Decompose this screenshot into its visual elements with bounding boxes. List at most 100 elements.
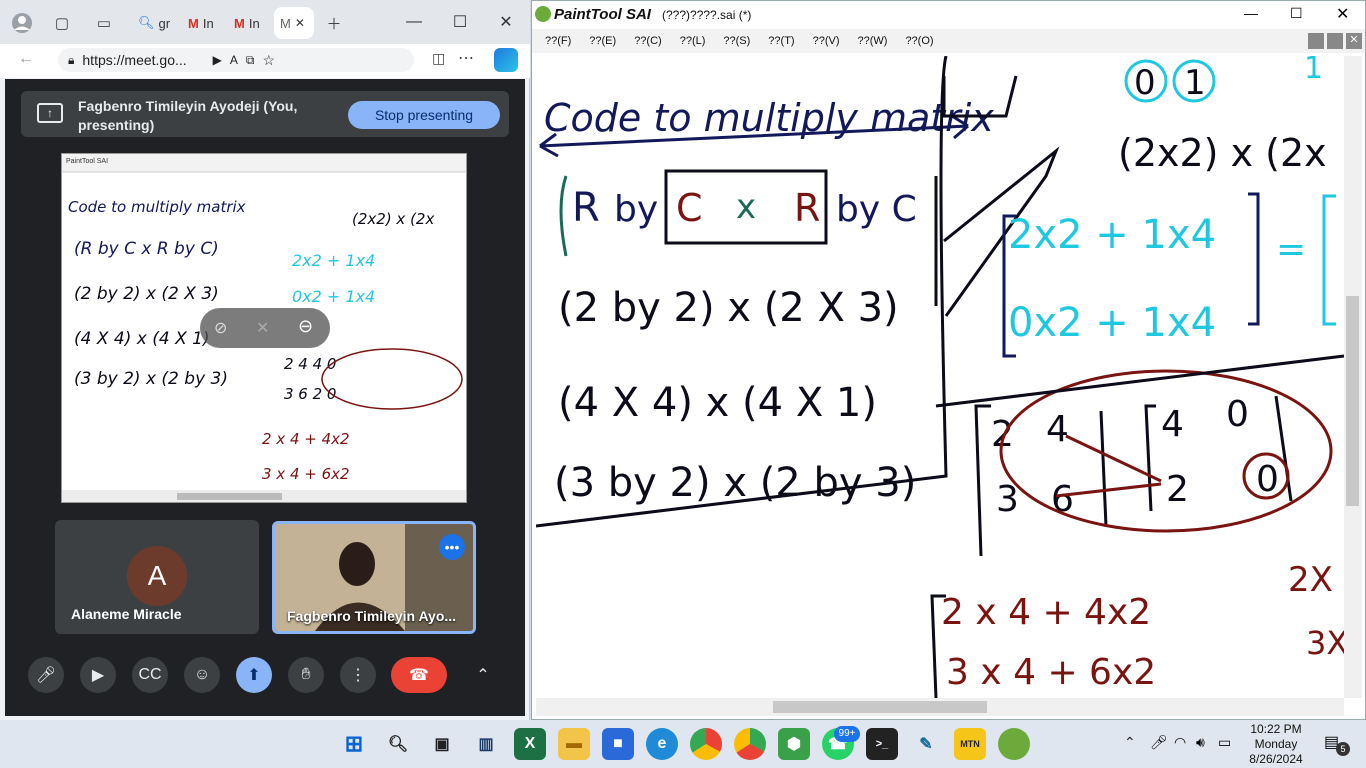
microphone-icon[interactable]: 🎤︎ [1150, 734, 1168, 751]
close-button[interactable]: ✕ [1336, 4, 1349, 24]
svg-text:2 4 4 0: 2 4 4 0 [284, 355, 336, 373]
participant-tile-alaneme[interactable]: A Alaneme Miracle [55, 520, 259, 634]
remove-icon[interactable]: ⊖ [298, 316, 313, 337]
microphone-button[interactable]: 🎤︎ [28, 657, 64, 693]
emoji-button[interactable]: ☺ [184, 657, 220, 693]
search-icon[interactable]: 🔍︎ [382, 728, 414, 760]
preview-overlay-controls: ⊘ ✕ ⊖ [200, 308, 330, 348]
vertical-scroll-thumb[interactable] [1346, 296, 1359, 506]
menu-window[interactable]: ??(W) [857, 35, 887, 47]
hw-red-side-1: 2X [1288, 560, 1333, 600]
favorite-icon[interactable]: ☆ [263, 52, 276, 69]
extension-icon[interactable]: ⧉ [246, 53, 255, 68]
menu-edit[interactable]: ??(E) [589, 35, 616, 47]
workspaces-icon[interactable]: ▢ [48, 9, 76, 37]
chevron-up-icon[interactable]: ⌃ [465, 657, 501, 693]
chevron-up-icon[interactable]: ⌃ [1124, 734, 1136, 751]
volume-icon[interactable]: 🔊︎ [1196, 734, 1205, 751]
tab-gmail-1[interactable]: M In [182, 7, 228, 39]
battery-icon[interactable]: ▭ [1218, 734, 1231, 751]
copilot-icon[interactable] [494, 48, 518, 72]
horizontal-scroll-thumb[interactable] [773, 701, 987, 713]
close-icon[interactable]: ✕ [295, 16, 305, 30]
maximize-button[interactable]: ☐ [438, 8, 482, 36]
doc-close-button[interactable]: ✕ [1346, 33, 1362, 49]
read-aloud-icon[interactable]: A [230, 53, 238, 67]
more-options-icon[interactable]: ••• [439, 534, 465, 560]
menu-canvas[interactable]: ??(C) [634, 35, 662, 47]
file-explorer-icon[interactable]: ▬ [558, 728, 590, 760]
new-tab-icon[interactable]: ＋ [320, 9, 348, 37]
profile-icon[interactable] [8, 9, 36, 37]
terminal-icon[interactable]: >_ [866, 728, 898, 760]
minimize-button[interactable]: — [1244, 5, 1258, 21]
present-button[interactable]: ⬆ [236, 657, 272, 693]
vertical-scrollbar[interactable] [1344, 56, 1362, 698]
back-icon[interactable]: ← [18, 50, 34, 68]
menu-view[interactable]: ??(V) [813, 35, 840, 47]
widgets-icon[interactable]: ▥ [470, 728, 502, 760]
svg-text:2 x 4 + 4x2: 2 x 4 + 4x2 [262, 430, 350, 448]
chrome-profile-icon[interactable] [734, 728, 766, 760]
lock-icon: 🔒︎ [68, 52, 75, 67]
captions-button[interactable]: CC [132, 657, 168, 693]
drawing-canvas[interactable]: Code to multiply matrix R by C x R by C … [536, 56, 1344, 698]
browser-window: ▢ ▭ 🔍︎ gr M In M In M ✕ ＋ — ☐ ✕ ← ◫ ⋯ 🔒︎… [0, 0, 530, 720]
nodejs-icon[interactable]: ⬢ [778, 728, 810, 760]
tab-gmail-2[interactable]: M In [228, 7, 274, 39]
hw-line-2: (4 X 4) x (4 X 1) [558, 380, 877, 426]
sai-document-title: (???)????.sai (*) [662, 8, 752, 22]
clock-date: 8/26/2024 [1249, 752, 1303, 766]
handwriting-layer: Code to multiply matrix R by C x R by C … [536, 56, 1344, 698]
doc-restore-button[interactable] [1327, 33, 1343, 49]
close-button[interactable]: ✕ [484, 8, 528, 36]
camera-button[interactable]: ▶ [80, 657, 116, 693]
horizontal-scrollbar[interactable] [536, 698, 1344, 716]
participant-tile-fagbenro[interactable]: ••• Fagbenro Timileyin Ayo... [272, 521, 476, 634]
svg-text:PaintTool SAI: PaintTool SAI [66, 158, 108, 165]
start-icon[interactable]: ⊞ [338, 728, 370, 760]
mtn-icon[interactable]: MTN [954, 728, 986, 760]
split-screen-icon[interactable]: ◫ [432, 50, 445, 67]
presenter-text: Fagbenro Timileyin Ayodeji (You, present… [78, 98, 298, 133]
edge-icon[interactable]: e [646, 728, 678, 760]
excel-icon[interactable]: X [514, 728, 546, 760]
menu-others[interactable]: ??(O) [905, 35, 933, 47]
raise-hand-button[interactable]: ✋︎ [288, 657, 324, 693]
more-icon[interactable]: ⋯ [458, 48, 474, 68]
hw-line-3: (3 by 2) x (2 by 3) [554, 460, 916, 506]
task-view-icon[interactable]: ▣ [426, 728, 458, 760]
hw-rule-by: by [614, 189, 658, 230]
vscode-icon[interactable]: ✎ [910, 728, 942, 760]
wifi-icon[interactable]: ◠ [1174, 734, 1186, 751]
tab-search[interactable]: 🔍︎ gr [132, 7, 180, 39]
svg-text:(R by C x R by C): (R by C x R by C) [74, 239, 219, 259]
menu-selection[interactable]: ??(S) [723, 35, 750, 47]
url-field[interactable]: 🔒︎ https://meet.go... ▶ A ⧉ ☆ [58, 48, 414, 72]
sai-logo: PaintTool SAI [554, 6, 651, 23]
mute-off-icon[interactable]: ✕ [256, 318, 269, 338]
svg-text:(4 X 4) x (4 X 1): (4 X 4) x (4 X 1) [74, 329, 210, 349]
maximize-button[interactable]: ☐ [1290, 5, 1303, 22]
menu-layer[interactable]: ??(L) [680, 35, 706, 47]
hw-red-row-2: 3 x 4 + 6x2 [946, 652, 1156, 693]
chrome-icon[interactable] [690, 728, 722, 760]
painttool-sai-icon[interactable] [998, 728, 1030, 760]
tab-meet[interactable]: M ✕ [274, 7, 314, 39]
leave-call-button[interactable]: ☎︎ [391, 657, 447, 693]
tab-actions-icon[interactable]: ▭ [90, 9, 118, 37]
doc-minimize-button[interactable] [1308, 33, 1324, 49]
menu-filter[interactable]: ??(T) [768, 35, 794, 47]
minimize-button[interactable]: — [392, 8, 436, 36]
camera-icon[interactable]: ▶ [213, 53, 222, 67]
pin-off-icon[interactable]: ⊘ [214, 318, 227, 338]
store-icon[interactable]: ■ [602, 728, 634, 760]
more-options-button[interactable]: ⋮ [340, 657, 376, 693]
hw-separator [935, 354, 1344, 408]
clock[interactable]: 10:22 PM Monday 8/26/2024 [1244, 722, 1308, 767]
hw-rule-c: C [676, 186, 703, 230]
hw-rule-r2: R [794, 186, 820, 230]
stop-presenting-button[interactable]: Stop presenting [348, 101, 500, 129]
search-icon: 🔍︎ [138, 15, 155, 30]
menu-file[interactable]: ??(F) [545, 35, 571, 47]
